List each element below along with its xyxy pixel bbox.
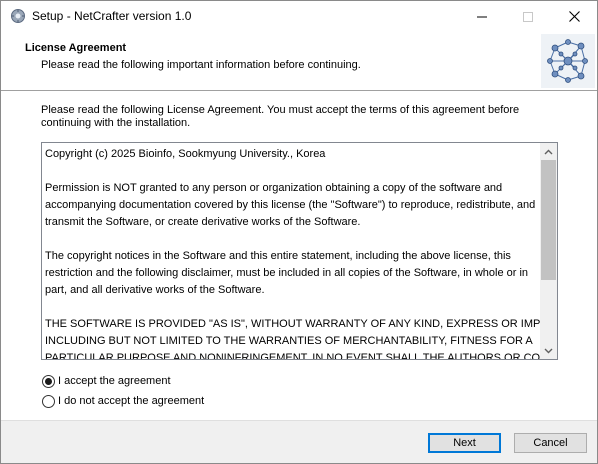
decline-label[interactable]: I do not accept the agreement xyxy=(58,395,204,407)
license-line: INCLUDING BUT NOT LIMITED TO THE WARRANT… xyxy=(45,335,533,347)
license-blank-line xyxy=(45,299,540,316)
next-button[interactable]: Next xyxy=(428,433,501,453)
close-button[interactable] xyxy=(551,1,597,32)
scroll-down-button[interactable] xyxy=(540,342,557,359)
minimize-button[interactable] xyxy=(459,1,505,32)
license-line: restriction and the following disclaimer… xyxy=(45,267,529,279)
decline-radio[interactable] xyxy=(42,394,55,408)
maximize-icon xyxy=(523,11,533,22)
accept-radio[interactable] xyxy=(42,374,55,388)
window-title: Setup - NetCrafter version 1.0 xyxy=(32,9,192,23)
maximize-button[interactable] xyxy=(505,1,551,32)
decline-option[interactable]: I do not accept the agreement xyxy=(42,393,204,409)
page-subtitle: Please read the following important info… xyxy=(41,59,361,71)
cancel-button[interactable]: Cancel xyxy=(514,433,587,453)
license-line: part, and all derivative works of the So… xyxy=(45,284,265,296)
license-instructions: Please read the following License Agreem… xyxy=(41,104,520,129)
wizard-footer: Next Cancel xyxy=(1,420,597,463)
chevron-down-icon xyxy=(544,348,553,353)
setup-app-icon xyxy=(11,9,25,23)
license-line: PARTICULAR PURPOSE AND NONINFRINGEMENT. … xyxy=(45,352,558,360)
chevron-up-icon xyxy=(544,149,553,154)
license-text: Copyright (c) 2025 Bioinfo, Sookmyung Un… xyxy=(45,146,558,360)
license-line: THE SOFTWARE IS PROVIDED "AS IS", WITHOU… xyxy=(45,318,558,330)
wizard-header: License Agreement Please read the follow… xyxy=(1,32,597,91)
accept-label[interactable]: I accept the agreement xyxy=(58,375,171,387)
title-bar[interactable]: Setup - NetCrafter version 1.0 xyxy=(1,1,597,32)
license-text-box[interactable]: Copyright (c) 2025 Bioinfo, Sookmyung Un… xyxy=(41,142,558,360)
close-icon xyxy=(568,11,580,22)
license-blank-line xyxy=(45,163,540,180)
license-scrollbar[interactable] xyxy=(540,143,557,359)
license-line: The copyright notices in the Software an… xyxy=(45,250,511,262)
network-graph-logo-icon xyxy=(541,34,595,88)
scroll-up-button[interactable] xyxy=(540,143,557,160)
accept-option[interactable]: I accept the agreement xyxy=(42,373,171,389)
license-line: accompanying documentation covered by th… xyxy=(45,199,536,211)
license-line: Permission is NOT granted to any person … xyxy=(45,182,503,194)
page-title: License Agreement xyxy=(25,42,127,54)
scroll-thumb[interactable] xyxy=(541,160,556,280)
setup-window: Setup - NetCrafter version 1.0 License A… xyxy=(0,0,598,464)
license-line: transmit the Software, or create derivat… xyxy=(45,216,361,228)
license-line: Copyright (c) 2025 Bioinfo, Sookmyung Un… xyxy=(45,148,326,160)
license-blank-line xyxy=(45,231,540,248)
minimize-icon xyxy=(477,16,487,17)
header-divider-highlight xyxy=(1,91,597,92)
